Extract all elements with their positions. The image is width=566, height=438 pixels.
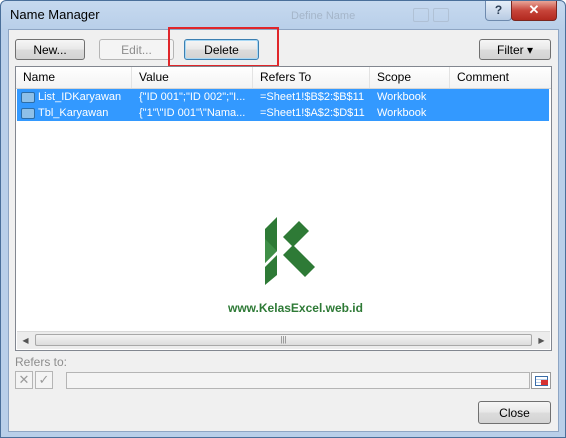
range-selector-marker-icon (541, 380, 548, 385)
help-icon: ? (494, 3, 503, 17)
refers-to-input[interactable] (66, 372, 530, 389)
edit-button[interactable]: Edit... (99, 39, 174, 60)
kelasexcel-logo-icon (265, 217, 315, 285)
new-button-label: New... (33, 43, 67, 57)
annotation-highlight-box (168, 27, 279, 67)
row-name: Tbl_Karyawan (38, 107, 109, 119)
close-icon: ✕ (528, 2, 540, 17)
window-title: Name Manager (10, 7, 100, 22)
title-bar[interactable]: Name Manager Define Name ? ✕ (1, 1, 565, 29)
close-button[interactable]: Close (478, 401, 551, 424)
column-header-refers-to[interactable]: Refers To (253, 67, 370, 88)
background-window-title: Define Name (291, 10, 356, 22)
row-comment (457, 105, 547, 121)
column-header-comment[interactable]: Comment (450, 67, 551, 88)
close-button-label: Close (499, 406, 530, 420)
row-value: {"1"\"ID 001"\"Nama... (139, 107, 246, 119)
background-window-button (413, 8, 429, 22)
scroll-right-icon[interactable]: ▶ (533, 332, 550, 349)
row-comment (457, 89, 547, 105)
row-name: List_IDKaryawan (38, 91, 122, 103)
named-range-icon (21, 108, 35, 119)
row-scope: Workbook (377, 107, 427, 119)
row-refers-to: =Sheet1!$A$2:$D$11 (260, 107, 365, 119)
cancel-icon: ✕ (18, 372, 30, 387)
watermark-text: www.KelasExcel.web.id (228, 301, 363, 315)
row-refers-to: =Sheet1!$B$2:$B$11 (260, 91, 365, 103)
name-manager-window: Name Manager Define Name ? ✕ New... Edit… (0, 0, 566, 438)
scrollbar-grip-icon: ||| (280, 335, 287, 344)
check-icon: ✓ (38, 372, 50, 387)
column-header-name[interactable]: Name (16, 67, 132, 88)
column-header-value[interactable]: Value (132, 67, 253, 88)
dialog-body: New... Edit... Delete Filter ▾ Name Valu… (8, 27, 559, 432)
filter-button-label: Filter ▾ (496, 43, 534, 57)
row-value: {"ID 001";"ID 002";"I... (139, 91, 246, 103)
confirm-edit-button[interactable]: ✓ (35, 371, 53, 389)
collapse-dialog-button[interactable] (531, 372, 551, 389)
window-close-button[interactable]: ✕ (511, 1, 557, 21)
help-button[interactable]: ? (485, 1, 512, 21)
list-row[interactable]: Tbl_Karyawan {"1"\"ID 001"\"Nama... =She… (17, 105, 549, 121)
refers-to-label: Refers to: (15, 355, 68, 369)
names-list[interactable]: Name Value Refers To Scope Comment List_… (15, 66, 552, 351)
row-scope: Workbook (377, 91, 427, 103)
edit-button-label: Edit... (121, 43, 152, 57)
background-window-button (433, 8, 449, 22)
named-range-icon (21, 92, 35, 103)
scroll-left-icon[interactable]: ◀ (17, 332, 34, 349)
list-header: Name Value Refers To Scope Comment (16, 67, 551, 89)
column-header-scope[interactable]: Scope (370, 67, 450, 88)
horizontal-scrollbar[interactable]: ◀ ||| ▶ (17, 331, 550, 349)
list-row[interactable]: List_IDKaryawan {"ID 001";"ID 002";"I...… (17, 89, 549, 105)
filter-button[interactable]: Filter ▾ (479, 39, 551, 60)
cancel-edit-button[interactable]: ✕ (15, 371, 33, 389)
new-button[interactable]: New... (15, 39, 85, 60)
scrollbar-thumb[interactable]: ||| (35, 334, 532, 346)
